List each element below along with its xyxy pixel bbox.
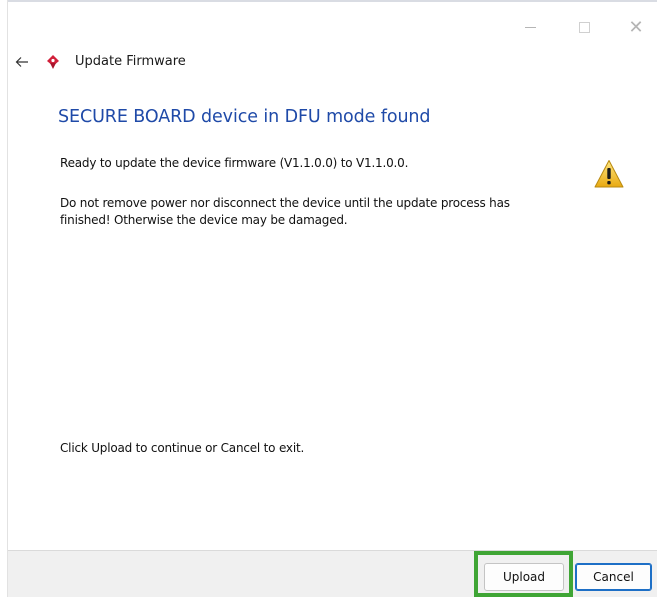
warning-message: Do not remove power nor disconnect the d…	[60, 196, 510, 227]
app-logo-icon	[47, 55, 59, 69]
minimize-icon	[524, 26, 536, 28]
page-title: SECURE BOARD device in DFU mode found	[58, 107, 431, 127]
firmware-update-window: ✕ Update Firmware SECURE BOARD device in…	[0, 0, 657, 597]
window-top-border	[8, 0, 657, 2]
header-title: Update Firmware	[75, 54, 186, 69]
window-border	[7, 0, 8, 597]
warning-icon	[594, 160, 624, 188]
close-button[interactable]: ✕	[616, 12, 656, 42]
back-arrow-icon	[15, 57, 28, 67]
cancel-button[interactable]: Cancel	[575, 563, 652, 591]
back-button[interactable]	[10, 52, 34, 72]
instruction-text: Click Upload to continue or Cancel to ex…	[60, 441, 305, 455]
minimize-button[interactable]	[510, 12, 550, 42]
upload-button[interactable]: Upload	[484, 563, 564, 591]
close-icon: ✕	[628, 16, 644, 38]
maximize-icon	[578, 21, 590, 33]
maximize-button[interactable]	[564, 12, 604, 42]
ready-message: Ready to update the device firmware (V1.…	[60, 156, 409, 170]
